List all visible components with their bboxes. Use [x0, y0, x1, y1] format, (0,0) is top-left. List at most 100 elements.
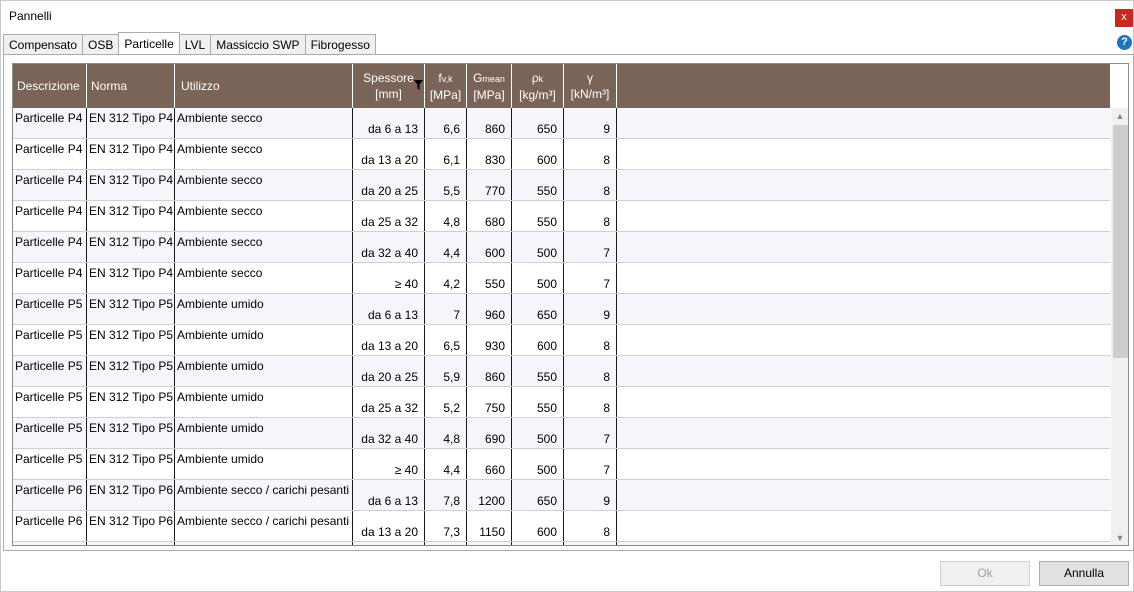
cell-gamma[interactable]: 9	[564, 108, 617, 138]
tab-particelle[interactable]: Particelle	[118, 32, 180, 54]
cell-spessore[interactable]: da 6 a 13	[353, 108, 425, 138]
cell-gmean[interactable]: 750	[467, 387, 512, 417]
cell-norma[interactable]: EN 312 Tipo P5	[87, 418, 175, 448]
cell-descrizione[interactable]: Particelle P4	[13, 232, 87, 262]
cell-rhok[interactable]	[512, 542, 564, 545]
column-header-descrizione[interactable]: Descrizione	[13, 64, 87, 108]
cell-fvk[interactable]: 4,2	[425, 263, 467, 293]
cell-norma[interactable]: EN 312 Tipo P4	[87, 263, 175, 293]
cell-fvk[interactable]: 5,2	[425, 387, 467, 417]
cell-descrizione[interactable]: Particelle P4	[13, 201, 87, 231]
cell-spessore[interactable]: da 20 a 25	[353, 356, 425, 386]
cancel-button[interactable]: Annulla	[1039, 561, 1129, 586]
cell-norma[interactable]: EN 312 Tipo P5	[87, 387, 175, 417]
help-icon[interactable]: ?	[1117, 35, 1132, 50]
cell-gmean[interactable]: 860	[467, 108, 512, 138]
cell-spessore[interactable]: ≥ 40	[353, 263, 425, 293]
tab-osb[interactable]: OSB	[82, 34, 120, 55]
cell-gmean[interactable]: 600	[467, 232, 512, 262]
column-header-fvk[interactable]: fv,k [MPa]	[425, 64, 467, 108]
cell-spessore[interactable]: da 25 a 32	[353, 201, 425, 231]
cell-utilizzo[interactable]: Ambiente umido	[175, 418, 353, 448]
cell-descrizione[interactable]: Particelle P6	[13, 480, 87, 510]
cell-descrizione[interactable]: Particelle P5	[13, 387, 87, 417]
cell-descrizione[interactable]: Particelle P5	[13, 356, 87, 386]
cell-gamma[interactable]: 8	[564, 201, 617, 231]
cell-norma[interactable]: EN 312 Tipo P4	[87, 170, 175, 200]
cell-rhok[interactable]: 550	[512, 170, 564, 200]
table-row[interactable]: Particelle P4 EN 312 Tipo P4 Ambiente se…	[13, 108, 1110, 139]
cell-fvk[interactable]: 4,4	[425, 232, 467, 262]
cell-rhok[interactable]: 650	[512, 480, 564, 510]
tab-massiccio-swp[interactable]: Massiccio SWP	[210, 34, 306, 55]
scroll-up-icon[interactable]: ▲	[1111, 108, 1128, 124]
tab-fibrogesso[interactable]: Fibrogesso	[304, 34, 376, 55]
cell-gamma[interactable]: 8	[564, 325, 617, 355]
cell-gmean[interactable]: 680	[467, 201, 512, 231]
cell-norma[interactable]: EN 312 Tipo P5	[87, 449, 175, 479]
cell-rhok[interactable]: 500	[512, 232, 564, 262]
cell-fvk[interactable]: 4,4	[425, 449, 467, 479]
cell-gamma[interactable]: 8	[564, 387, 617, 417]
cell-gmean[interactable]: 830	[467, 139, 512, 169]
cell-rhok[interactable]: 600	[512, 511, 564, 541]
cell-descrizione[interactable]: Particelle P5	[13, 325, 87, 355]
cell-gamma[interactable]: 9	[564, 294, 617, 324]
cell-gmean[interactable]: 930	[467, 325, 512, 355]
table-row[interactable]: Particelle P5 EN 312 Tipo P5 Ambiente um…	[13, 387, 1110, 418]
table-row[interactable]: Particelle P4 EN 312 Tipo P4 Ambiente se…	[13, 232, 1110, 263]
cell-gamma[interactable]: 8	[564, 170, 617, 200]
cell-spessore[interactable]: da 20 a 25	[353, 170, 425, 200]
column-header-gamma[interactable]: γ [kN/m³]	[564, 64, 617, 108]
cell-spessore[interactable]: da 13 a 20	[353, 511, 425, 541]
table-row[interactable]: Particelle P6 EN 312 Tipo P6 Ambiente se…	[13, 480, 1110, 511]
table-row[interactable]: Particelle P4 EN 312 Tipo P4 Ambiente se…	[13, 139, 1110, 170]
cell-descrizione[interactable]: Particelle P4	[13, 263, 87, 293]
table-row[interactable]: Particelle P5 EN 312 Tipo P5 Ambiente um…	[13, 356, 1110, 387]
column-header-rhok[interactable]: ρk [kg/m³]	[512, 64, 564, 108]
cell-utilizzo[interactable]: Ambiente secco	[175, 139, 353, 169]
cell-gamma[interactable]: 7	[564, 232, 617, 262]
cell-utilizzo[interactable]: Ambiente umido	[175, 294, 353, 324]
grid-body[interactable]: Particelle P4 EN 312 Tipo P4 Ambiente se…	[13, 108, 1110, 545]
cell-spessore[interactable]: ≥ 40	[353, 449, 425, 479]
cell-descrizione[interactable]: Particelle P5	[13, 449, 87, 479]
cell-norma[interactable]: EN 312 Tipo P6	[87, 511, 175, 541]
cell-gmean[interactable]: 1200	[467, 480, 512, 510]
cell-norma[interactable]: EN 312 Tipo P4	[87, 201, 175, 231]
cell-descrizione[interactable]: Particelle P5	[13, 418, 87, 448]
cell-rhok[interactable]: 550	[512, 387, 564, 417]
tab-compensato[interactable]: Compensato	[3, 34, 84, 55]
cell-fvk[interactable]: 5,5	[425, 170, 467, 200]
cell-fvk[interactable]: 7,3	[425, 511, 467, 541]
cell-utilizzo[interactable]: Ambiente secco	[175, 232, 353, 262]
scroll-thumb[interactable]	[1113, 125, 1128, 358]
table-row[interactable]: Particelle P5 EN 312 Tipo P5 Ambiente um…	[13, 294, 1110, 325]
cell-rhok[interactable]: 600	[512, 325, 564, 355]
close-button[interactable]: x	[1115, 9, 1133, 27]
table-row[interactable]: Particelle P4 EN 312 Tipo P4 Ambiente se…	[13, 201, 1110, 232]
table-row[interactable]	[13, 542, 1110, 545]
cell-gamma[interactable]	[564, 542, 617, 545]
cell-rhok[interactable]: 500	[512, 449, 564, 479]
cell-descrizione[interactable]: Particelle P5	[13, 294, 87, 324]
cell-utilizzo[interactable]: Ambiente umido	[175, 387, 353, 417]
cell-gmean[interactable]: 1150	[467, 511, 512, 541]
table-row[interactable]: Particelle P5 EN 312 Tipo P5 Ambiente um…	[13, 325, 1110, 356]
cell-gamma[interactable]: 7	[564, 263, 617, 293]
cell-rhok[interactable]: 650	[512, 108, 564, 138]
column-header-norma[interactable]: Norma	[87, 64, 175, 108]
cell-fvk[interactable]: 5,9	[425, 356, 467, 386]
cell-gmean[interactable]: 770	[467, 170, 512, 200]
cell-spessore[interactable]: da 13 a 20	[353, 325, 425, 355]
cell-gmean[interactable]: 960	[467, 294, 512, 324]
cell-fvk[interactable]: 4,8	[425, 418, 467, 448]
cell-rhok[interactable]: 650	[512, 294, 564, 324]
cell-spessore[interactable]: da 13 a 20	[353, 139, 425, 169]
cell-spessore[interactable]	[353, 542, 425, 545]
cell-descrizione[interactable]	[13, 542, 87, 545]
cell-descrizione[interactable]: Particelle P4	[13, 170, 87, 200]
cell-gamma[interactable]: 8	[564, 511, 617, 541]
tab-lvl[interactable]: LVL	[178, 34, 212, 55]
cell-spessore[interactable]: da 32 a 40	[353, 418, 425, 448]
